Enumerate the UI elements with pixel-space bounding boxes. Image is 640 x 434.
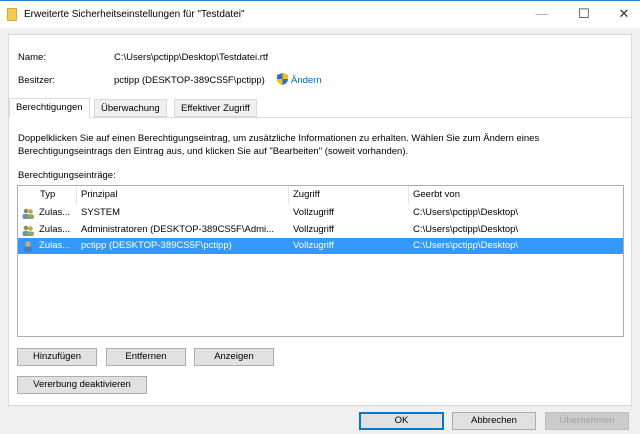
window-title: Erweiterte Sicherheitseinstellungen für … bbox=[24, 9, 245, 20]
name-value: C:\Users\pctipp\Desktop\Testdatei.rtf bbox=[114, 52, 269, 63]
folder-icon bbox=[7, 8, 17, 21]
add-button[interactable]: Hinzufügen bbox=[17, 348, 97, 366]
maximize-button[interactable]: ☐ bbox=[574, 6, 594, 22]
tab-effektiver-zugriff[interactable]: Effektiver Zugriff bbox=[174, 99, 257, 117]
user-icon bbox=[22, 241, 33, 252]
group-icon bbox=[22, 225, 34, 236]
owner-label: Besitzer: bbox=[18, 75, 55, 86]
uac-shield-icon bbox=[277, 73, 288, 85]
group-icon bbox=[22, 208, 34, 219]
access-cell: Vollzugriff bbox=[293, 223, 335, 235]
access-cell: Vollzugriff bbox=[293, 207, 335, 218]
inherited-cell: C:\Users\pctipp\Desktop\ bbox=[413, 240, 519, 251]
tab-berechtigungen[interactable]: Berechtigungen bbox=[9, 98, 90, 118]
principal-cell: Administratoren (DESKTOP-389CS5F\Admi... bbox=[81, 223, 275, 235]
permission-entries-list[interactable]: Typ Prinzipal Zugriff Geerbt von Zulas..… bbox=[17, 185, 624, 337]
table-row[interactable]: Zulas... SYSTEM Vollzugriff C:\Users\pctipp… bbox=[18, 205, 623, 221]
name-label: Name: bbox=[18, 52, 46, 63]
title-bar: Erweiterte Sicherheitseinstellungen für … bbox=[0, 0, 640, 28]
column-header-geerbt-von[interactable]: Geerbt von bbox=[409, 186, 623, 204]
disable-inheritance-button[interactable]: Vererbung deaktivieren bbox=[17, 376, 147, 394]
apply-button[interactable]: Übernehmen bbox=[545, 412, 629, 430]
close-button[interactable]: ✕ bbox=[614, 6, 634, 22]
type-cell: Zulas... bbox=[39, 223, 71, 235]
principal-cell: SYSTEM bbox=[81, 207, 121, 218]
inherited-cell: C:\Users\pctipp\Desktop\ bbox=[413, 223, 519, 235]
minimize-button[interactable]: — bbox=[532, 6, 552, 21]
tab-ueberwachung[interactable]: Überwachung bbox=[94, 99, 167, 117]
column-header-zugriff[interactable]: Zugriff bbox=[289, 186, 409, 204]
change-owner-link[interactable]: Ändern bbox=[291, 75, 322, 86]
principal-cell: pctipp (DESKTOP-389CS5F\pctipp) bbox=[81, 240, 232, 251]
ok-button[interactable]: OK bbox=[359, 412, 444, 430]
column-header-typ[interactable]: Typ bbox=[36, 186, 77, 204]
inherited-cell: C:\Users\pctipp\Desktop\ bbox=[413, 207, 519, 218]
view-button[interactable]: Anzeigen bbox=[194, 348, 274, 366]
type-cell: Zulas... bbox=[39, 240, 71, 251]
owner-value: pctipp (DESKTOP-389CS5F\pctipp) bbox=[114, 75, 265, 86]
access-cell: Vollzugriff bbox=[293, 240, 335, 251]
remove-button[interactable]: Entfernen bbox=[106, 348, 186, 366]
entries-label: Berechtigungseinträge: bbox=[18, 170, 116, 181]
tab-divider bbox=[9, 117, 631, 118]
table-row[interactable]: Zulas... pctipp (DESKTOP-389CS5F\pctipp) V… bbox=[18, 238, 623, 254]
description-text: Doppelklicken Sie auf einen Berechtigung… bbox=[18, 133, 540, 157]
cancel-button[interactable]: Abbrechen bbox=[452, 412, 536, 430]
column-header-prinzipal[interactable]: Prinzipal bbox=[77, 186, 289, 204]
table-row[interactable]: Zulas... Administratoren (DESKTOP-389CS5F… bbox=[18, 222, 623, 238]
type-cell: Zulas... bbox=[39, 207, 71, 218]
